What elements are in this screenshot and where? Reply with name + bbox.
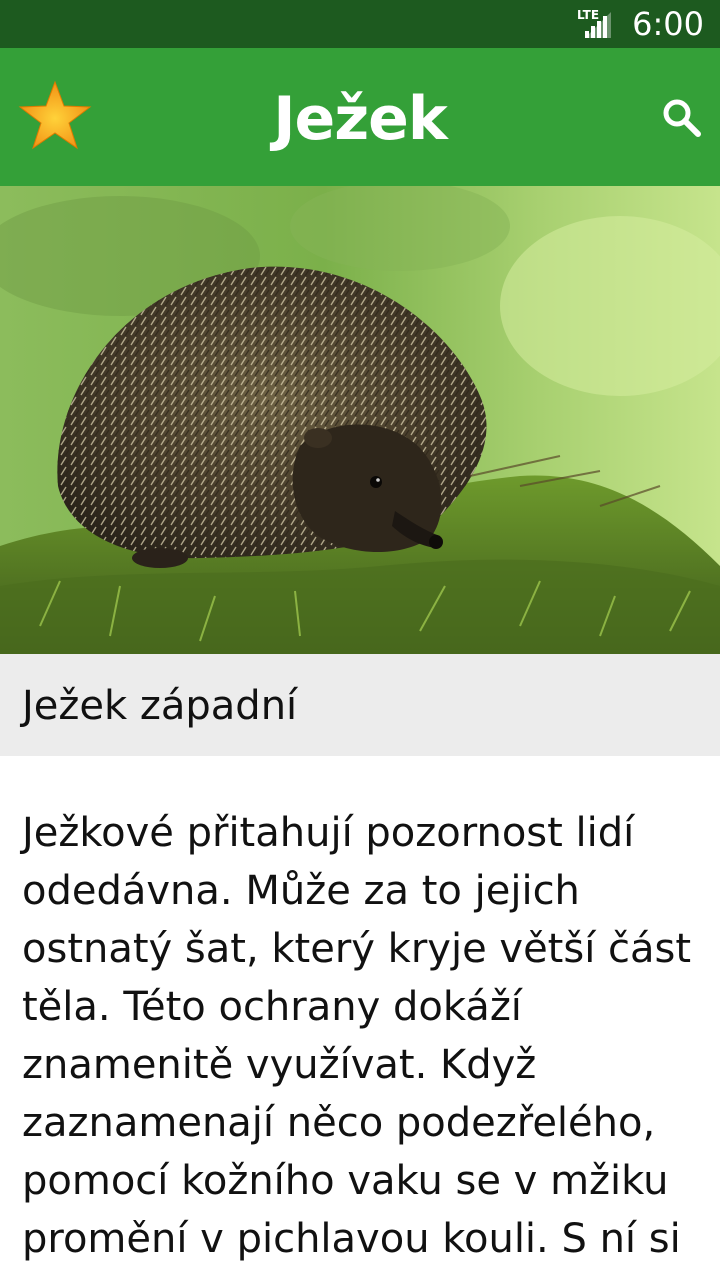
subtitle-bar: Ježek západní <box>0 654 720 756</box>
search-icon[interactable] <box>660 96 704 140</box>
article-text: Ježkové přitahují pozornost lidí odedávn… <box>22 810 692 1262</box>
species-name: Ježek západní <box>22 683 298 729</box>
signal-icon <box>585 12 611 38</box>
page-title: Ježek <box>273 84 448 154</box>
status-bar: LTE 6:00 <box>0 0 720 48</box>
app-bar: Ježek <box>0 48 720 186</box>
hedgehog-photo <box>0 186 720 654</box>
clock: 6:00 <box>632 5 704 43</box>
hedgehog-image <box>0 186 720 654</box>
